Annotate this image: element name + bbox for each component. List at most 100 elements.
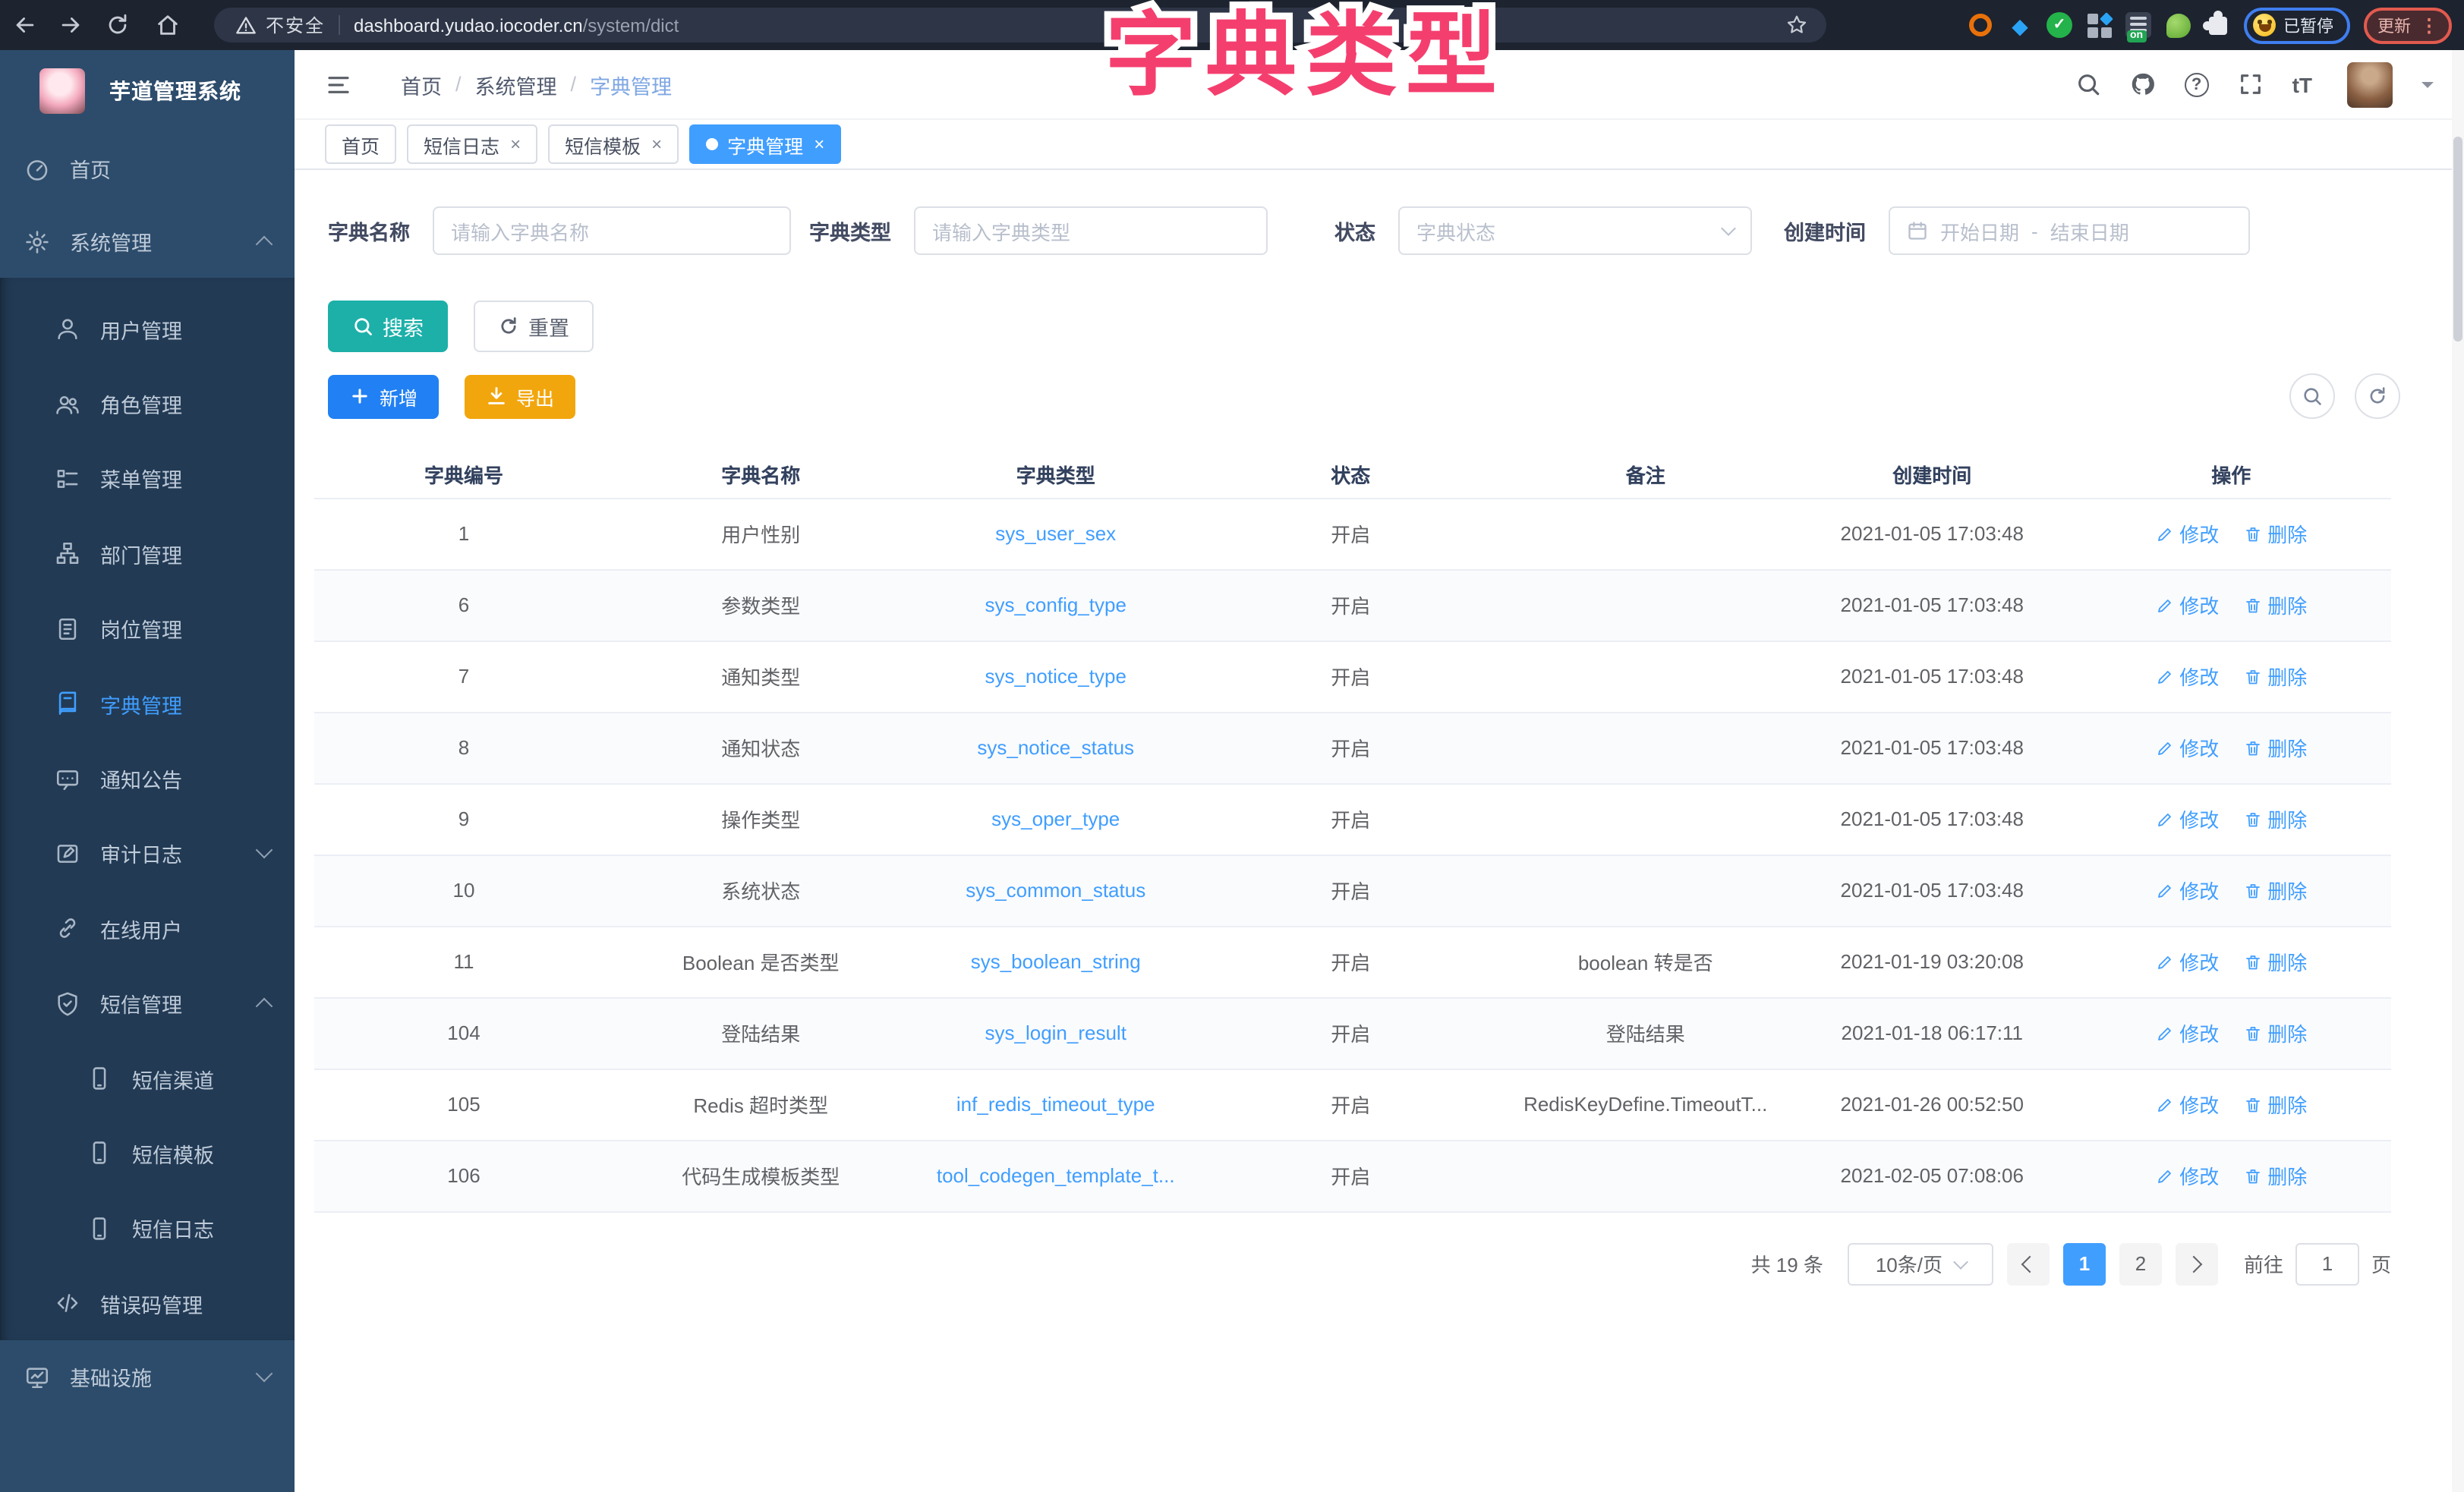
tab-字典管理[interactable]: 字典管理× [689,124,841,164]
date-end-placeholder[interactable]: 结束日期 [2050,216,2129,245]
delete-row-button[interactable]: 删除 [2243,1090,2307,1119]
browser-back-icon[interactable] [12,12,38,38]
user-avatar[interactable] [2347,61,2393,107]
bookmark-star-icon[interactable] [1785,14,1808,36]
extensions-puzzle-icon[interactable] [2204,12,2230,38]
security-label[interactable]: 不安全 [266,12,325,38]
reset-button[interactable]: 重置 [474,301,594,352]
sidebar-item-审计日志[interactable]: 审计日志 [0,816,295,891]
sidebar-item-短信日志[interactable]: 短信日志 [0,1191,295,1266]
date-range-picker[interactable]: 开始日期 - 结束日期 [1889,206,2250,255]
edit-row-button[interactable]: 修改 [2155,733,2219,762]
delete-row-button[interactable]: 删除 [2243,876,2307,905]
user-menu-caret-icon[interactable] [2421,81,2434,93]
prev-page-button[interactable] [2007,1242,2050,1285]
delete-row-button[interactable]: 删除 [2243,804,2307,833]
address-bar[interactable]: 不安全 dashboard.yudao.iocoder.cn/system/di… [214,8,1826,42]
edit-row-button[interactable]: 修改 [2155,590,2219,619]
sidebar-item-短信模板[interactable]: 短信模板 [0,1116,295,1191]
extension-leaf-icon[interactable] [2165,12,2191,38]
edit-row-button[interactable]: 修改 [2155,804,2219,833]
dict-type-link[interactable]: sys_config_type [985,593,1126,616]
browser-home-icon[interactable] [155,12,181,38]
breadcrumb-item[interactable]: 系统管理 [475,69,557,99]
browser-forward-icon[interactable] [58,12,83,38]
sidebar-item-字典管理[interactable]: 字典管理 [0,666,295,741]
page-number-button[interactable]: 2 [2119,1242,2162,1285]
delete-row-button[interactable]: 删除 [2243,947,2307,976]
close-icon[interactable]: × [651,135,662,153]
goto-page-input[interactable]: 1 [2295,1242,2359,1285]
dict-type-link[interactable]: sys_login_result [985,1021,1126,1044]
browser-menu-icon[interactable]: ⋮ [2420,14,2438,36]
show-search-button[interactable] [2289,373,2335,419]
browser-reload-icon[interactable] [105,12,131,38]
search-button[interactable]: 搜索 [328,301,448,352]
search-icon[interactable] [2075,71,2101,97]
dict-type-link[interactable]: sys_notice_status [977,736,1134,759]
sidebar-item-通知公告[interactable]: 通知公告 [0,741,295,817]
dict-name-input[interactable]: 请输入字典名称 [433,206,791,255]
sidebar-item-短信渠道[interactable]: 短信渠道 [0,1041,295,1116]
tab-首页[interactable]: 首页 [325,124,396,164]
breadcrumb-item[interactable]: 首页 [401,69,442,99]
close-icon[interactable]: × [510,135,521,153]
chrome-update-button[interactable]: 更新⋮ [2364,7,2452,43]
dict-type-link[interactable]: tool_codegen_template_t... [937,1164,1175,1187]
dict-type-link[interactable]: inf_redis_timeout_type [956,1093,1155,1116]
delete-row-button[interactable]: 删除 [2243,733,2307,762]
edit-row-button[interactable]: 修改 [2155,519,2219,548]
delete-row-button[interactable]: 删除 [2243,519,2307,548]
extension-orange-icon[interactable] [1968,12,1993,38]
extension-grid-icon[interactable] [2086,12,2112,38]
edit-row-button[interactable]: 修改 [2155,1018,2219,1047]
app-logo-row[interactable]: 芋道管理系统 [0,50,295,132]
export-button[interactable]: 导出 [465,374,575,418]
page-number-button[interactable]: 1 [2063,1242,2106,1285]
extension-green-icon[interactable]: ✓ [2047,12,2072,38]
sidebar-item-菜单管理[interactable]: 菜单管理 [0,442,295,517]
url-path[interactable]: /system/dict [583,14,679,36]
font-size-icon[interactable]: tT [2292,72,2312,96]
edit-row-button[interactable]: 修改 [2155,876,2219,905]
github-icon[interactable] [2130,71,2156,97]
page-size-select[interactable]: 10条/页 [1848,1242,1993,1285]
delete-row-button[interactable]: 删除 [2243,1161,2307,1190]
hamburger-icon[interactable] [325,72,352,96]
tab-短信模板[interactable]: 短信模板× [548,124,679,164]
dict-type-link[interactable]: sys_boolean_string [971,950,1141,973]
dict-type-link[interactable]: sys_user_sex [995,522,1116,545]
add-button[interactable]: 新增 [328,374,439,418]
tab-短信日志[interactable]: 短信日志× [407,124,537,164]
scrollbar-thumb[interactable] [2453,137,2462,342]
sidebar-item-角色管理[interactable]: 角色管理 [0,367,295,442]
date-start-placeholder[interactable]: 开始日期 [1940,216,2019,245]
close-icon[interactable]: × [814,135,824,153]
sidebar-item-在线用户[interactable]: 在线用户 [0,891,295,966]
extension-on-badge-icon[interactable]: on [2125,12,2151,38]
delete-row-button[interactable]: 删除 [2243,590,2307,619]
dict-type-link[interactable]: sys_notice_type [985,665,1126,688]
status-select[interactable]: 字典状态 [1398,206,1752,255]
next-page-button[interactable] [2176,1242,2218,1285]
edit-row-button[interactable]: 修改 [2155,662,2219,691]
extension-gem-icon[interactable]: ◆ [2007,12,2033,38]
edit-row-button[interactable]: 修改 [2155,947,2219,976]
profile-paused-badge[interactable]: 已暂停 [2244,7,2350,43]
fullscreen-icon[interactable] [2238,71,2264,97]
delete-row-button[interactable]: 删除 [2243,1018,2307,1047]
sidebar-item-用户管理[interactable]: 用户管理 [0,291,295,367]
sidebar-item-岗位管理[interactable]: 岗位管理 [0,591,295,666]
edit-row-button[interactable]: 修改 [2155,1161,2219,1190]
sidebar-item-基础设施[interactable]: 基础设施 [0,1341,295,1414]
sidebar-item-部门管理[interactable]: 部门管理 [0,516,295,591]
refresh-table-button[interactable] [2355,373,2400,419]
url-host[interactable]: dashboard.yudao.iocoder.cn [354,14,583,36]
delete-row-button[interactable]: 删除 [2243,662,2307,691]
sidebar-item-系统管理[interactable]: 系统管理 [0,205,295,278]
page-scrollbar[interactable] [2452,50,2464,1492]
dict-type-input[interactable]: 请输入字典类型 [914,206,1268,255]
edit-row-button[interactable]: 修改 [2155,1090,2219,1119]
dict-type-link[interactable]: sys_oper_type [991,807,1120,830]
dict-type-link[interactable]: sys_common_status [966,879,1145,902]
